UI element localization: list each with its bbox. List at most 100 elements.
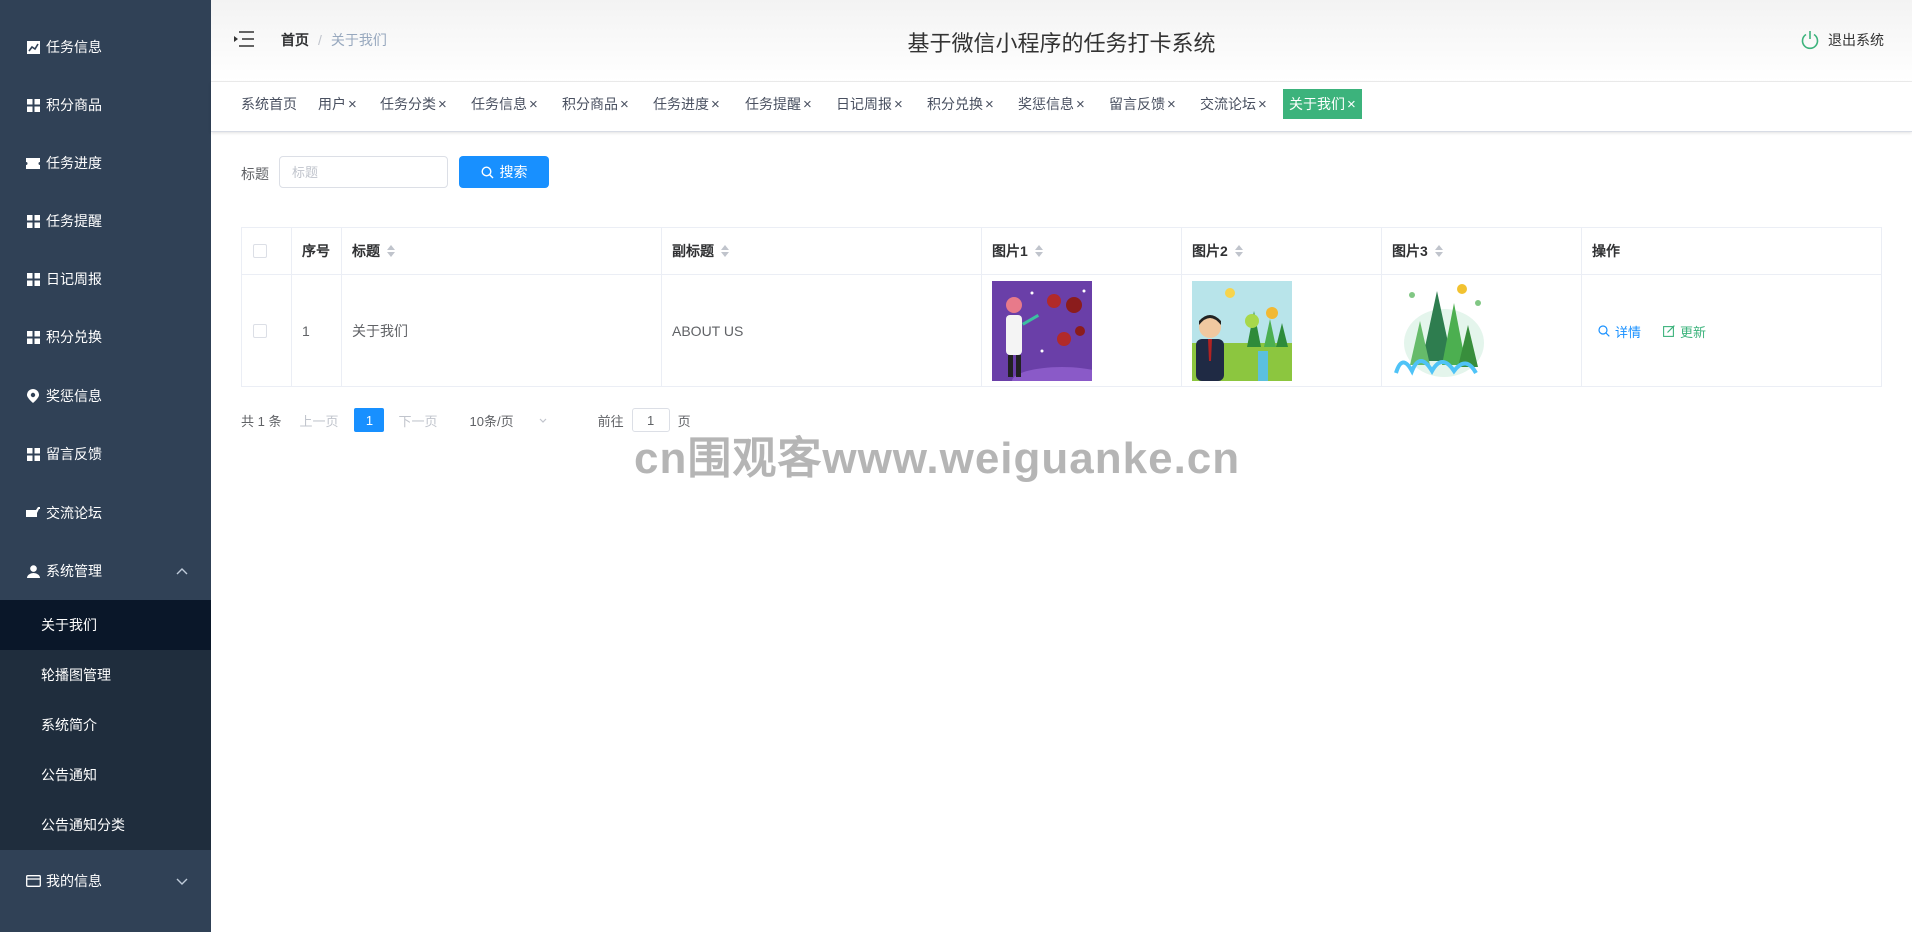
sidebar-item-task-reminder[interactable]: 任务提醒 [0, 192, 211, 250]
logout-button[interactable]: 退出系统 [1800, 30, 1884, 50]
system-submenu: 关于我们 轮播图管理 系统简介 公告通知 公告通知分类 [0, 600, 211, 850]
close-icon[interactable]: × [1076, 96, 1085, 113]
top-header: 首页 / 关于我们 基于微信小程序的任务打卡系统 退出系统 [211, 0, 1912, 82]
cell-subtitle: ABOUT US [662, 275, 982, 387]
data-table: 序号 标题 副标题 图片1 图片2 图片3 操作 1 关于我们 ABOUT US [241, 227, 1882, 387]
cell-image1 [982, 275, 1182, 387]
update-button[interactable]: 更新 [1663, 322, 1706, 341]
image3-thumbnail[interactable] [1392, 281, 1492, 381]
close-icon[interactable]: × [1347, 96, 1356, 113]
tag-task-category[interactable]: 任务分类 × [374, 89, 453, 119]
watermark-text: cn围观客www.weiguanke.cn [634, 434, 1241, 483]
card-icon [25, 873, 41, 889]
search-input[interactable] [279, 156, 448, 188]
column-header-image1[interactable]: 图片1 [982, 228, 1182, 274]
cart-icon [25, 505, 41, 521]
pagination: 共 1 条 上一页 1 下一页 10条/页 前往 页 [241, 408, 691, 432]
close-icon[interactable]: × [985, 96, 994, 113]
sidebar-item-system-management[interactable]: 系统管理 [0, 542, 211, 600]
search-icon [1598, 325, 1610, 337]
cell-image3 [1382, 275, 1582, 387]
tag-rewards[interactable]: 奖惩信息 × [1012, 89, 1091, 119]
close-icon[interactable]: × [1258, 96, 1267, 113]
location-icon [25, 388, 41, 404]
sort-icon[interactable] [721, 245, 729, 257]
close-icon[interactable]: × [438, 96, 447, 113]
close-icon[interactable]: × [711, 96, 720, 113]
sidebar-item-label: 任务信息 [46, 39, 102, 55]
grid-icon [25, 213, 41, 229]
select-all-checkbox[interactable] [253, 244, 267, 258]
pagination-total: 共 1 条 [241, 413, 282, 429]
image2-thumbnail[interactable] [1192, 281, 1292, 381]
row-checkbox[interactable] [253, 324, 267, 338]
sort-icon[interactable] [1234, 245, 1243, 257]
tag-diary[interactable]: 日记周报 × [830, 89, 909, 119]
tag-user[interactable]: 用户 × [312, 89, 363, 119]
detail-button[interactable]: 详情 [1598, 322, 1641, 341]
sidebar-item-points-exchange[interactable]: 积分兑换 [0, 308, 211, 366]
page-size-select[interactable]: 10条/页 [470, 411, 548, 430]
page-unit-label: 页 [677, 413, 691, 429]
sidebar-item-rewards[interactable]: 奖惩信息 [0, 367, 211, 425]
column-header-image3[interactable]: 图片3 [1382, 228, 1582, 274]
sort-icon[interactable] [1034, 245, 1043, 257]
user-icon [25, 563, 41, 579]
power-icon [1801, 31, 1819, 50]
submenu-item-carousel[interactable]: 轮播图管理 [0, 650, 211, 700]
logout-label: 退出系统 [1828, 32, 1884, 48]
sidebar: 任务信息 积分商品 任务进度 任务提醒 日记周报 积分兑换 奖惩信息 留言反馈 … [0, 0, 211, 932]
sidebar-item-diary[interactable]: 日记周报 [0, 250, 211, 308]
tag-feedback[interactable]: 留言反馈 × [1103, 89, 1182, 119]
grid-icon [25, 97, 41, 113]
next-page-button[interactable]: 下一页 [398, 411, 437, 430]
tag-forum[interactable]: 交流论坛 × [1194, 89, 1273, 119]
column-header-title[interactable]: 标题 [342, 228, 662, 274]
close-icon[interactable]: × [529, 96, 538, 113]
close-icon[interactable]: × [620, 96, 629, 113]
sidebar-item-points-goods[interactable]: 积分商品 [0, 76, 211, 134]
submenu-item-notice[interactable]: 公告通知 [0, 750, 211, 800]
sidebar-item-task-progress[interactable]: 任务进度 [0, 134, 211, 192]
edit-icon [1663, 325, 1675, 337]
submenu-item-about-us[interactable]: 关于我们 [0, 600, 211, 650]
sidebar-item-label: 任务提醒 [46, 213, 102, 229]
tag-points-goods[interactable]: 积分商品 × [556, 89, 635, 119]
sidebar-item-feedback[interactable]: 留言反馈 [0, 425, 211, 483]
tag-points-exchange[interactable]: 积分兑换 × [921, 89, 1000, 119]
table-row: 1 关于我们 ABOUT US 详情 更新 [242, 275, 1881, 387]
column-header-subtitle[interactable]: 副标题 [662, 228, 982, 274]
sidebar-item-forum[interactable]: 交流论坛 [0, 484, 211, 542]
breadcrumb-home[interactable]: 首页 [281, 32, 309, 48]
sidebar-item-label: 任务进度 [46, 155, 102, 171]
tag-system-home[interactable]: 系统首页 [235, 89, 303, 119]
tag-task-progress[interactable]: 任务进度 × [647, 89, 726, 119]
sort-icon[interactable] [387, 245, 395, 257]
sidebar-item-label: 系统管理 [46, 563, 102, 579]
column-header-image2[interactable]: 图片2 [1182, 228, 1382, 274]
row-select-cell [242, 275, 292, 387]
image1-thumbnail[interactable] [992, 281, 1092, 381]
table-header-row: 序号 标题 副标题 图片1 图片2 图片3 操作 [242, 228, 1881, 275]
page-number-current[interactable]: 1 [354, 408, 385, 432]
submenu-item-system-intro[interactable]: 系统简介 [0, 700, 211, 750]
close-icon[interactable]: × [348, 96, 357, 113]
tag-task-info[interactable]: 任务信息 × [465, 89, 544, 119]
search-button[interactable]: 搜索 [459, 156, 549, 188]
close-icon[interactable]: × [1167, 96, 1176, 113]
breadcrumb: 首页 / 关于我们 [281, 30, 387, 50]
menu-toggle-icon[interactable] [234, 30, 254, 48]
prev-page-button[interactable]: 上一页 [299, 411, 338, 430]
goto-page-input[interactable] [631, 408, 670, 432]
submenu-item-notice-category[interactable]: 公告通知分类 [0, 800, 211, 850]
sort-icon[interactable] [1434, 245, 1443, 257]
sidebar-item-task-info[interactable]: 任务信息 [0, 18, 211, 76]
tag-about-us[interactable]: 关于我们 × [1283, 89, 1362, 119]
grid-icon [25, 271, 41, 287]
chevron-down-icon [176, 878, 188, 885]
chevron-up-icon [176, 568, 188, 575]
tag-task-reminder[interactable]: 任务提醒 × [739, 89, 818, 119]
close-icon[interactable]: × [803, 96, 812, 113]
sidebar-item-my-info[interactable]: 我的信息 [0, 852, 211, 910]
close-icon[interactable]: × [894, 96, 903, 113]
